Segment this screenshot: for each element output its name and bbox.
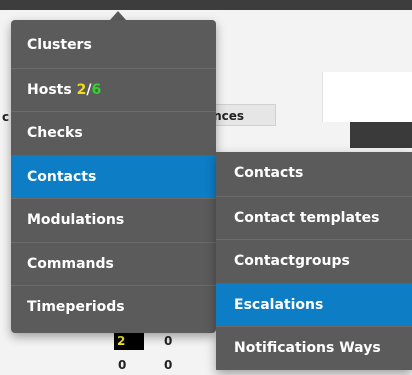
screen: c ences 2 0 0 0 Clusters Hosts 2/6 Check… — [0, 0, 412, 375]
menu-item-commands[interactable]: Commands — [11, 241, 216, 286]
table-cell: 0 — [118, 358, 127, 372]
menu-item-label: Timeperiods — [27, 299, 125, 315]
menu-item-modulations[interactable]: Modulations — [11, 198, 216, 242]
menu-item-clusters[interactable]: Clusters — [11, 24, 216, 68]
navigation-dropdown-menu: Clusters Hosts 2/6 Checks Contacts Modul… — [11, 20, 216, 333]
submenu-item-notification-ways[interactable]: Notifications Ways — [216, 326, 412, 370]
top-bar — [0, 0, 412, 10]
menu-item-checks[interactable]: Checks — [11, 111, 216, 155]
menu-item-label: Commands — [27, 255, 114, 272]
menu-item-label: Clusters — [27, 37, 92, 53]
table-cell: 0 — [164, 358, 173, 372]
submenu-item-contacts[interactable]: Contacts — [216, 152, 412, 196]
background-panel — [322, 72, 412, 122]
table-cell-highlight: 2 — [114, 333, 144, 350]
dropdown-caret-icon — [110, 11, 126, 20]
menu-item-hosts[interactable]: Hosts 2/6 — [11, 67, 216, 112]
submenu-item-contact-templates[interactable]: Contact templates — [216, 195, 412, 240]
menu-item-label: Modulations — [27, 212, 125, 228]
table-cell: 0 — [164, 334, 173, 348]
menu-item-label: Hosts — [27, 81, 77, 98]
hosts-total-count: 6 — [91, 81, 102, 98]
menu-item-label: Contacts — [27, 168, 97, 185]
background-strip — [350, 122, 412, 148]
submenu-item-contactgroups[interactable]: Contactgroups — [216, 239, 412, 283]
background-text: c — [2, 110, 10, 124]
contacts-submenu: Contacts Contact templates Contactgroups… — [216, 152, 412, 370]
hosts-problem-count: 2 — [76, 81, 87, 98]
menu-item-label: Checks — [27, 125, 83, 141]
menu-item-timeperiods[interactable]: Timeperiods — [11, 285, 216, 329]
submenu-item-escalations[interactable]: Escalations — [216, 282, 412, 326]
menu-item-contacts[interactable]: Contacts — [11, 154, 216, 198]
